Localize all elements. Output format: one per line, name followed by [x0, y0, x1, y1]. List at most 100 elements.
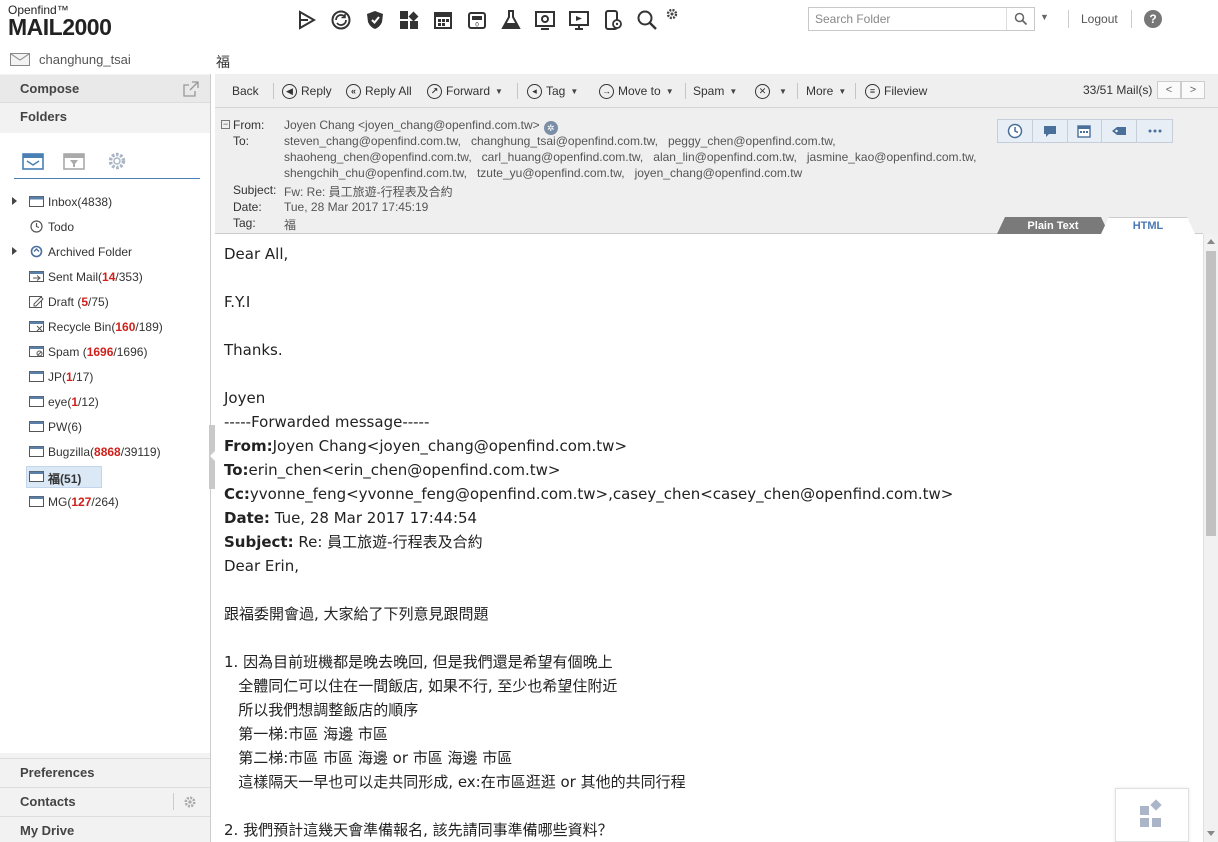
folder-label[interactable]: Inbox(4838) — [48, 195, 112, 209]
back-button[interactable]: Back — [232, 82, 259, 100]
my-drive-link[interactable]: My Drive — [0, 816, 210, 842]
folder-item[interactable]: Inbox(4838) — [0, 191, 210, 213]
folder-item[interactable]: Spam (1696/1696) — [0, 341, 210, 363]
recipient-address[interactable]: steven_chang@openfind.com.tw, — [284, 134, 461, 148]
send-icon[interactable] — [290, 5, 324, 35]
previous-mail-button[interactable]: < — [1157, 81, 1181, 99]
folder-label[interactable]: PW(6) — [48, 420, 82, 434]
folder-label[interactable]: eye(1/12) — [48, 395, 99, 409]
folder-label[interactable]: Bugzilla(8868/39119) — [48, 445, 161, 459]
filter-tab-icon[interactable] — [61, 149, 87, 173]
fileview-button[interactable]: ≡ Fileview — [865, 82, 927, 100]
folder-name: Recycle Bin — [48, 320, 112, 334]
clock-icon[interactable] — [998, 120, 1033, 142]
mailbox-tab-icon[interactable] — [20, 149, 46, 173]
folder-settings-tab-icon[interactable] — [104, 149, 130, 173]
calendar-icon[interactable] — [1068, 120, 1103, 142]
folder-label[interactable]: MG(127/264) — [48, 495, 119, 509]
scroll-thumb[interactable] — [1206, 251, 1216, 536]
calendar-icon[interactable] — [426, 5, 460, 35]
settings-panel-icon[interactable] — [528, 5, 562, 35]
chat-icon[interactable] — [1033, 120, 1068, 142]
contacts-link[interactable]: Contacts — [0, 787, 210, 816]
tag-icon[interactable] — [1102, 120, 1138, 142]
gear-icon[interactable] — [183, 795, 197, 809]
folder-icon — [29, 446, 44, 457]
logout-link[interactable]: Logout — [1081, 12, 1118, 26]
recipient-address[interactable]: jasmine_kao@openfind.com.tw, — [807, 150, 977, 164]
search-icon[interactable] — [630, 5, 664, 35]
next-mail-button[interactable]: > — [1181, 81, 1205, 99]
tab-html[interactable]: HTML — [1101, 217, 1195, 234]
modules-icon[interactable] — [392, 5, 426, 35]
lab-flask-icon[interactable] — [494, 5, 528, 35]
folders-header[interactable]: Folders — [0, 103, 210, 131]
folder-item[interactable]: Todo — [0, 216, 210, 238]
clock-icon — [30, 220, 43, 233]
fwd-from-line: From:Joyen Chang<joyen_chang@openfind.co… — [224, 434, 1203, 458]
presentation-icon[interactable] — [562, 5, 596, 35]
search-folder-input[interactable] — [809, 8, 1007, 30]
folder-item[interactable]: Sent Mail(14/353) — [0, 266, 210, 288]
search-button[interactable] — [1006, 8, 1034, 30]
recipient-address[interactable]: tzute_yu@openfind.com.tw, — [477, 166, 625, 180]
contact-badge-icon[interactable]: ✲ — [543, 121, 558, 135]
more-icon[interactable] — [1137, 120, 1172, 142]
recipient-address[interactable]: shengchih_chu@openfind.com.tw, — [284, 166, 467, 180]
from-value[interactable]: Joyen Chang <joyen_chang@openfind.com.tw… — [284, 118, 558, 135]
help-icon[interactable]: ? — [1144, 10, 1162, 28]
gear-icon[interactable] — [664, 5, 680, 35]
more-button[interactable]: More ▼ — [806, 82, 846, 100]
reply-all-button[interactable]: « Reply All — [346, 82, 412, 100]
folder-label[interactable]: Spam (1696/1696) — [48, 345, 147, 359]
spam-button[interactable]: Spam ▼ — [693, 82, 737, 100]
preferences-link[interactable]: Preferences — [0, 758, 210, 787]
folder-item[interactable]: MG(127/264) — [0, 491, 210, 513]
compose-button[interactable]: Compose — [0, 75, 210, 103]
reply-button[interactable]: ◀ Reply — [282, 82, 332, 100]
sync-icon[interactable] — [324, 5, 358, 35]
recipient-address[interactable]: changhung_tsai@openfind.com.tw, — [471, 134, 658, 148]
forward-button[interactable]: ↗ Forward ▼ — [427, 82, 503, 100]
phone-settings-icon[interactable] — [596, 5, 630, 35]
scroll-up-arrow-icon[interactable] — [1207, 239, 1215, 244]
folder-item[interactable]: JP(1/17) — [0, 366, 210, 388]
recipient-address[interactable]: peggy_chen@openfind.com.tw, — [668, 134, 836, 148]
recipient-address[interactable]: carl_huang@openfind.com.tw, — [482, 150, 644, 164]
folder-label[interactable]: 福(51) — [48, 470, 81, 487]
folder-label[interactable]: Todo — [48, 220, 74, 234]
folder-label[interactable]: Draft (5/75) — [48, 295, 109, 309]
folder-item[interactable]: Bugzilla(8868/39119) — [0, 441, 210, 463]
popout-icon[interactable] — [183, 81, 199, 97]
recipient-address[interactable]: shaoheng_chen@openfind.com.tw, — [284, 150, 472, 164]
folder-label[interactable]: Recycle Bin(160/189) — [48, 320, 163, 334]
folder-item[interactable]: 福(51) — [0, 466, 210, 488]
folder-label[interactable]: Sent Mail(14/353) — [48, 270, 143, 284]
folder-item[interactable]: eye(1/12) — [0, 391, 210, 413]
tab-plain-text[interactable]: Plain Text — [997, 217, 1109, 234]
chevron-down-icon: ▼ — [729, 86, 738, 96]
folder-item[interactable]: Archived Folder — [0, 241, 210, 263]
calculator-icon[interactable]: 0 — [460, 5, 494, 35]
folder-label[interactable]: Archived Folder — [48, 245, 132, 259]
expand-arrow-icon[interactable] — [12, 197, 17, 205]
recipient-address[interactable]: alan_lin@openfind.com.tw, — [653, 150, 797, 164]
folder-item[interactable]: Recycle Bin(160/189) — [0, 316, 210, 338]
tag-button[interactable]: ◂ Tag ▼ — [527, 82, 578, 100]
scroll-down-arrow-icon[interactable] — [1207, 831, 1215, 836]
folder-item[interactable]: Draft (5/75) — [0, 291, 210, 313]
fwd-date-label: Date: — [224, 509, 270, 527]
move-to-button[interactable]: → Move to ▼ — [599, 82, 674, 100]
search-options-chevron-down-icon[interactable]: ▼ — [1040, 12, 1049, 22]
expand-arrow-icon[interactable] — [12, 247, 17, 255]
floating-modules-widget[interactable] — [1115, 788, 1189, 842]
shield-icon[interactable] — [358, 5, 392, 35]
body-scrollbar[interactable] — [1203, 234, 1218, 842]
folder-item[interactable]: PW(6) — [0, 416, 210, 438]
collapse-header-toggle[interactable]: − — [221, 120, 230, 129]
fwd-to-line: To:erin_chen<erin_chen@openfind.com.tw> — [224, 458, 1203, 482]
logo-product: MAIL2000 — [8, 14, 112, 40]
recipient-address[interactable]: joyen_chang@openfind.com.tw — [635, 166, 803, 180]
delete-button[interactable]: ✕ ▼ — [755, 82, 787, 100]
folder-label[interactable]: JP(1/17) — [48, 370, 93, 384]
